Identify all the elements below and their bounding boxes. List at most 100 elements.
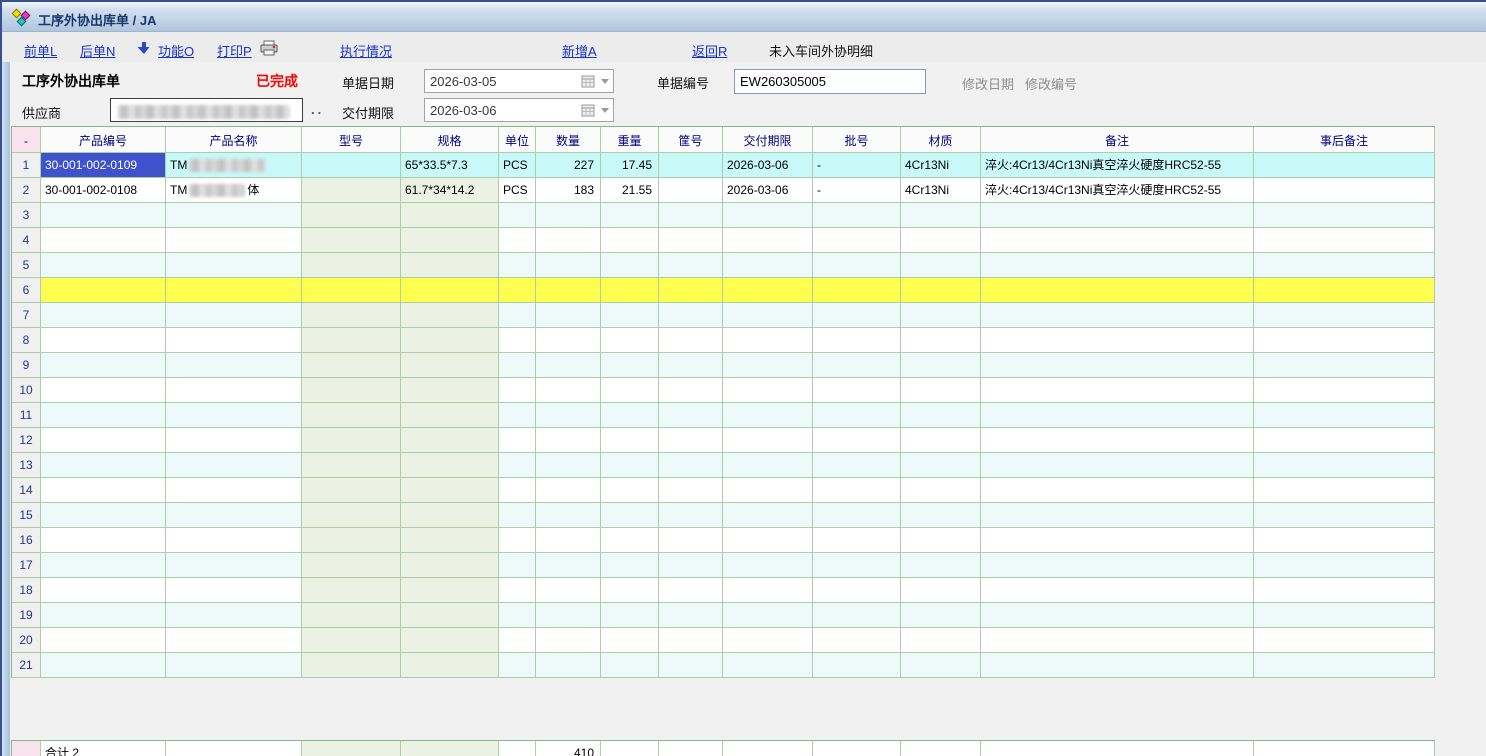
cell-basket-row12[interactable]	[659, 428, 723, 453]
cell-deliver-row10[interactable]	[723, 378, 813, 403]
cell-batch-row16[interactable]	[813, 528, 901, 553]
cell-weight-row14[interactable]	[601, 478, 659, 503]
cell-post_remark-row1[interactable]	[1254, 153, 1435, 178]
cell-name-row14[interactable]	[166, 478, 302, 503]
cell-model-row21[interactable]	[302, 653, 401, 678]
cell-unit-row3[interactable]	[499, 203, 536, 228]
cell-batch-row7[interactable]	[813, 303, 901, 328]
cell-deliver-row11[interactable]	[723, 403, 813, 428]
column-header-num[interactable]: -	[12, 127, 41, 153]
column-header-deliver[interactable]: 交付期限	[723, 127, 813, 153]
cell-weight-row6[interactable]	[601, 278, 659, 303]
cell-qty-row6[interactable]	[536, 278, 601, 303]
cell-num-row19[interactable]: 19	[12, 603, 41, 628]
cell-num-row10[interactable]: 10	[12, 378, 41, 403]
cell-post_remark-row7[interactable]	[1254, 303, 1435, 328]
cell-qty-row18[interactable]	[536, 578, 601, 603]
cell-post_remark-row6[interactable]	[1254, 278, 1435, 303]
cell-unit-row17[interactable]	[499, 553, 536, 578]
cell-spec-row18[interactable]	[401, 578, 499, 603]
cell-basket-row10[interactable]	[659, 378, 723, 403]
cell-unit-row4[interactable]	[499, 228, 536, 253]
cell-basket-row18[interactable]	[659, 578, 723, 603]
cell-spec-row4[interactable]	[401, 228, 499, 253]
cell-code-row14[interactable]	[41, 478, 166, 503]
cell-remark-row13[interactable]	[981, 453, 1254, 478]
supplier-input[interactable]	[110, 98, 303, 122]
cell-batch-row2[interactable]: -	[813, 178, 901, 203]
cell-weight-row10[interactable]	[601, 378, 659, 403]
cell-num-row8[interactable]: 8	[12, 328, 41, 353]
cell-material-row3[interactable]	[901, 203, 981, 228]
cell-remark-row8[interactable]	[981, 328, 1254, 353]
cell-material-row20[interactable]	[901, 628, 981, 653]
doc-date-field[interactable]: 2026-03-05	[424, 69, 614, 93]
cell-spec-row12[interactable]	[401, 428, 499, 453]
cell-material-row1[interactable]: 4Cr13Ni	[901, 153, 981, 178]
cell-model-row18[interactable]	[302, 578, 401, 603]
printer-icon[interactable]	[259, 40, 279, 56]
cell-remark-row18[interactable]	[981, 578, 1254, 603]
cell-basket-row17[interactable]	[659, 553, 723, 578]
cell-deliver-row19[interactable]	[723, 603, 813, 628]
cell-spec-row8[interactable]	[401, 328, 499, 353]
cell-model-row5[interactable]	[302, 253, 401, 278]
column-header-spec[interactable]: 规格	[401, 127, 499, 153]
cell-post_remark-row16[interactable]	[1254, 528, 1435, 553]
cell-qty-row9[interactable]	[536, 353, 601, 378]
cell-name-row3[interactable]	[166, 203, 302, 228]
cell-code-row19[interactable]	[41, 603, 166, 628]
cell-qty-row21[interactable]	[536, 653, 601, 678]
cell-basket-row13[interactable]	[659, 453, 723, 478]
cell-basket-row4[interactable]	[659, 228, 723, 253]
cell-unit-row2[interactable]: PCS	[499, 178, 536, 203]
cell-material-row18[interactable]	[901, 578, 981, 603]
cell-code-row4[interactable]	[41, 228, 166, 253]
cell-unit-row21[interactable]	[499, 653, 536, 678]
cell-remark-row10[interactable]	[981, 378, 1254, 403]
cell-material-row12[interactable]	[901, 428, 981, 453]
cell-num-row1[interactable]: 1	[12, 153, 41, 178]
cell-num-row18[interactable]: 18	[12, 578, 41, 603]
cell-unit-row16[interactable]	[499, 528, 536, 553]
column-header-qty[interactable]: 数量	[536, 127, 601, 153]
cell-qty-row16[interactable]	[536, 528, 601, 553]
cell-name-row5[interactable]	[166, 253, 302, 278]
supplier-browse-button[interactable]: ..	[311, 102, 324, 117]
cell-code-row17[interactable]	[41, 553, 166, 578]
cell-material-row15[interactable]	[901, 503, 981, 528]
cell-deliver-row1[interactable]: 2026-03-06	[723, 153, 813, 178]
cell-deliver-row21[interactable]	[723, 653, 813, 678]
cell-weight-row5[interactable]	[601, 253, 659, 278]
cell-qty-row7[interactable]	[536, 303, 601, 328]
cell-remark-row5[interactable]	[981, 253, 1254, 278]
cell-model-row19[interactable]	[302, 603, 401, 628]
cell-post_remark-row4[interactable]	[1254, 228, 1435, 253]
cell-post_remark-row18[interactable]	[1254, 578, 1435, 603]
cell-unit-row19[interactable]	[499, 603, 536, 628]
cell-remark-row19[interactable]	[981, 603, 1254, 628]
cell-material-row9[interactable]	[901, 353, 981, 378]
cell-unit-row13[interactable]	[499, 453, 536, 478]
cell-code-row3[interactable]	[41, 203, 166, 228]
cell-batch-row10[interactable]	[813, 378, 901, 403]
cell-batch-row6[interactable]	[813, 278, 901, 303]
cell-spec-row17[interactable]	[401, 553, 499, 578]
cell-qty-row1[interactable]: 227	[536, 153, 601, 178]
cell-material-row8[interactable]	[901, 328, 981, 353]
cell-model-row17[interactable]	[302, 553, 401, 578]
cell-remark-row16[interactable]	[981, 528, 1254, 553]
cell-weight-row9[interactable]	[601, 353, 659, 378]
cell-deliver-row4[interactable]	[723, 228, 813, 253]
cell-remark-row20[interactable]	[981, 628, 1254, 653]
cell-qty-row2[interactable]: 183	[536, 178, 601, 203]
cell-batch-row3[interactable]	[813, 203, 901, 228]
cell-name-row13[interactable]	[166, 453, 302, 478]
cell-spec-row6[interactable]	[401, 278, 499, 303]
cell-unit-row5[interactable]	[499, 253, 536, 278]
cell-deliver-row15[interactable]	[723, 503, 813, 528]
cell-model-row4[interactable]	[302, 228, 401, 253]
column-header-basket[interactable]: 筐号	[659, 127, 723, 153]
print-button[interactable]: 打印P	[217, 41, 252, 60]
cell-post_remark-row17[interactable]	[1254, 553, 1435, 578]
